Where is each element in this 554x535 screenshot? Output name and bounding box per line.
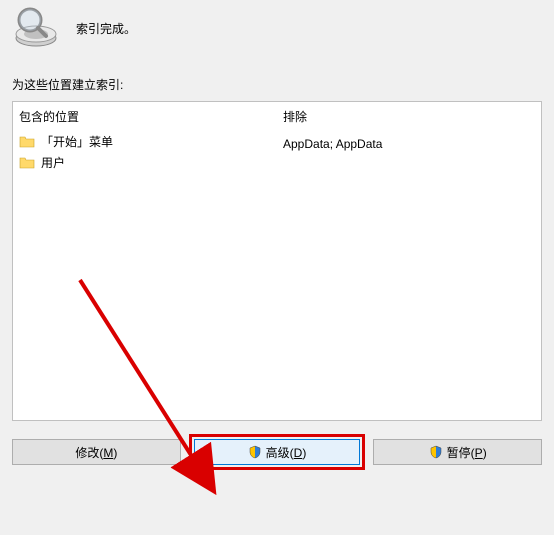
included-column: 包含的位置 「开始」菜单 用户 <box>13 102 277 420</box>
excluded-header: 排除 <box>283 106 535 131</box>
folder-icon <box>19 135 35 149</box>
advanced-highlight: 高级(D) <box>189 434 366 470</box>
modify-button[interactable]: 修改(M) <box>12 439 181 465</box>
list-item[interactable]: 「开始」菜单 <box>19 131 271 152</box>
location-name: 用户 <box>41 154 65 171</box>
shield-icon <box>248 445 262 459</box>
advanced-button[interactable]: 高级(D) <box>194 439 361 465</box>
button-label: 暂停(P) <box>447 444 487 461</box>
shield-icon <box>429 445 443 459</box>
excluded-column: 排除 AppData; AppData <box>277 102 541 420</box>
locations-label: 为这些位置建立索引: <box>0 76 554 101</box>
locations-panel: 包含的位置 「开始」菜单 用户 排除 AppData; AppData <box>12 101 542 421</box>
drive-search-icon <box>12 4 60 52</box>
included-header: 包含的位置 <box>19 106 271 131</box>
status-text: 索引完成。 <box>76 20 136 37</box>
location-name: 「开始」菜单 <box>41 133 113 150</box>
button-label: 高级(D) <box>266 444 307 461</box>
pause-button[interactable]: 暂停(P) <box>373 439 542 465</box>
list-item[interactable]: 用户 <box>19 152 271 173</box>
folder-icon <box>19 156 35 170</box>
status-area: 索引完成。 <box>0 0 554 76</box>
exclude-value: AppData; AppData <box>283 135 535 153</box>
button-bar: 修改(M) 高级(D) 暂停(P) <box>0 421 554 465</box>
button-label: 修改(M) <box>75 444 117 461</box>
